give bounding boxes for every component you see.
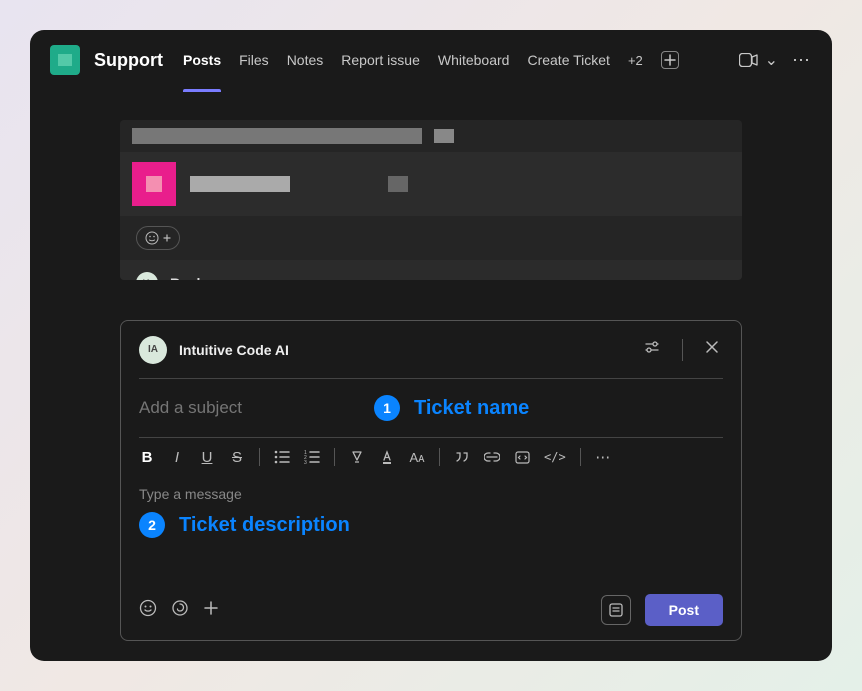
quote-button[interactable]	[454, 451, 470, 463]
font-size-button[interactable]: Aᴀ	[409, 450, 425, 465]
bullet-list-icon	[274, 450, 290, 464]
composer-options-button[interactable]	[640, 335, 664, 364]
subject-input[interactable]	[139, 398, 360, 418]
composer-footer: Post	[121, 580, 741, 640]
add-reaction-button[interactable]	[136, 226, 180, 250]
tab-whiteboard[interactable]: Whiteboard	[438, 48, 510, 72]
bold-button[interactable]: B	[139, 449, 155, 466]
app-window: Support Posts Files Notes Report issue W…	[30, 30, 832, 661]
reply-label: Reply	[170, 275, 208, 280]
reply-button[interactable]: IA Reply	[120, 260, 742, 280]
divider	[259, 448, 260, 466]
numbered-list-button[interactable]: 123	[304, 450, 320, 464]
numbered-list-icon: 123	[304, 450, 320, 464]
quote-icon	[455, 451, 469, 463]
composer-close-button[interactable]	[701, 336, 723, 363]
sliders-icon	[644, 339, 660, 355]
tab-files[interactable]: Files	[239, 48, 269, 72]
topbar: Support Posts Files Notes Report issue W…	[30, 30, 832, 90]
code-snippet-button[interactable]	[514, 451, 530, 464]
close-icon	[705, 340, 719, 354]
app-title: Support	[94, 50, 163, 71]
strike-button[interactable]: S	[229, 449, 245, 466]
chevron-down-icon: ⌄	[765, 50, 778, 70]
emoji-icon	[145, 231, 159, 245]
font-color-icon	[380, 450, 394, 464]
emoji-icon	[139, 599, 157, 617]
bullet-list-button[interactable]	[274, 450, 290, 464]
annotation-row-2: 2 Ticket description	[139, 512, 723, 538]
divider	[682, 339, 683, 361]
tab-create-ticket[interactable]: Create Ticket	[527, 48, 609, 72]
link-icon	[484, 452, 500, 462]
emoji-button[interactable]	[139, 599, 157, 622]
composer-author: Intuitive Code AI	[179, 342, 628, 358]
annotation-badge-2: 2	[139, 512, 165, 538]
topbar-more-button[interactable]: ⋯	[792, 50, 812, 71]
subject-row: 1 Ticket name	[121, 379, 741, 437]
post-button[interactable]: Post	[645, 594, 723, 626]
tabs: Posts Files Notes Report issue Whiteboar…	[183, 48, 725, 72]
plus-small-icon	[163, 234, 171, 242]
avatar-initials: IA	[143, 278, 152, 280]
plus-icon	[203, 600, 219, 616]
divider	[580, 448, 581, 466]
app-icon	[50, 45, 80, 75]
code-snippet-icon	[515, 451, 530, 464]
plus-icon	[664, 54, 676, 66]
video-icon	[739, 53, 759, 67]
loop-icon	[171, 599, 189, 617]
annotation-badge-1: 1	[374, 395, 400, 421]
prior-thread: IA Reply	[120, 120, 742, 280]
content-area: IA Reply IA Intuitive Code AI	[30, 90, 832, 661]
toolbar-more-button[interactable]: ⋯	[595, 448, 611, 466]
tab-notes[interactable]: Notes	[287, 48, 324, 72]
svg-text:3: 3	[304, 460, 307, 464]
annotation-text-1: Ticket name	[414, 397, 529, 420]
divider	[439, 448, 440, 466]
blurred-row-2	[120, 152, 742, 216]
code-block-button[interactable]: </>	[544, 450, 566, 464]
format-icon	[608, 602, 624, 618]
tab-report-issue[interactable]: Report issue	[341, 48, 420, 72]
composer-avatar: IA	[139, 336, 167, 364]
loop-button[interactable]	[171, 599, 189, 622]
reply-avatar: IA	[136, 272, 158, 280]
attach-button[interactable]	[203, 600, 219, 621]
italic-button[interactable]: I	[169, 449, 185, 466]
composer-header: IA Intuitive Code AI	[121, 321, 741, 378]
message-composer: IA Intuitive Code AI 1 Ticket name B I	[120, 320, 742, 641]
body-placeholder: Type a message	[139, 486, 723, 502]
meet-button[interactable]: ⌄	[739, 50, 778, 70]
message-body-area[interactable]: Type a message 2 Ticket description	[121, 476, 741, 542]
blurred-row-1	[120, 120, 742, 152]
divider	[334, 448, 335, 466]
topbar-right: ⌄ ⋯	[739, 50, 812, 71]
reaction-row	[120, 216, 742, 260]
format-toolbar: B I U S 123 Aᴀ	[121, 438, 741, 476]
highlighter-icon	[350, 450, 364, 464]
format-toggle-button[interactable]	[601, 595, 631, 625]
underline-button[interactable]: U	[199, 449, 215, 466]
tab-add-button[interactable]	[661, 51, 679, 69]
tab-posts[interactable]: Posts	[183, 48, 221, 72]
link-button[interactable]	[484, 452, 500, 462]
highlight-button[interactable]	[349, 450, 365, 464]
font-color-button[interactable]	[379, 450, 395, 464]
annotation-text-2: Ticket description	[179, 514, 350, 537]
tab-overflow-count[interactable]: +2	[628, 53, 643, 68]
